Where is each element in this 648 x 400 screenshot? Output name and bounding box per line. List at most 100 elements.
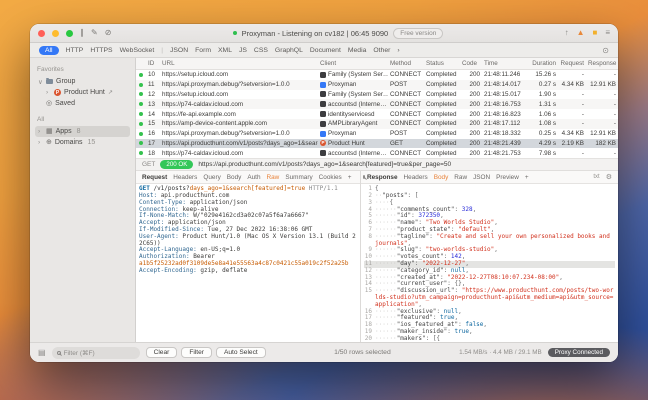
cell-code: 200 xyxy=(460,111,482,118)
expander-icon[interactable]: › xyxy=(38,139,43,146)
request-tab-query[interactable]: Query xyxy=(203,174,220,181)
column-header-client[interactable]: Client xyxy=(318,60,388,67)
sidebar-item-group[interactable]: ∨ Group xyxy=(35,76,130,87)
request-table: 10https://setup.icloud.comFamily (System… xyxy=(136,70,618,158)
gear-icon[interactable]: ⚙ xyxy=(606,174,612,181)
response-tab-raw[interactable]: Raw xyxy=(454,174,467,181)
request-tab-auth[interactable]: Auth xyxy=(247,174,260,181)
filter-tab-websocket[interactable]: WebSocket xyxy=(120,47,155,54)
sidebar-item-saved[interactable]: ◎Saved xyxy=(35,98,130,109)
table-header[interactable]: IDURLClientMethodStatusCodeTimeDurationR… xyxy=(136,58,618,70)
request-tab-cookies[interactable]: Cookies xyxy=(319,174,342,181)
column-header-code[interactable]: Code xyxy=(460,60,482,67)
pause-capture-icon[interactable]: ∥ xyxy=(80,29,84,37)
column-header-time[interactable]: Time xyxy=(482,60,528,67)
client-app-icon: P xyxy=(320,140,326,146)
close-button[interactable] xyxy=(38,30,45,37)
column-header-url[interactable]: URL xyxy=(160,60,318,67)
filter-button[interactable]: Filter xyxy=(181,347,212,358)
sidebar-item-product-hunt[interactable]: ›PProduct Hunt↗ xyxy=(43,87,130,98)
cell-status: Completed xyxy=(424,120,460,127)
column-header-response[interactable]: Response xyxy=(586,60,618,67)
recording-indicator-icon xyxy=(233,31,237,35)
column-header-method[interactable]: Method xyxy=(388,60,424,67)
request-tab-headers[interactable]: Headers xyxy=(173,174,197,181)
sidebar-item-domains[interactable]: ›⊕Domains15 xyxy=(35,137,130,148)
external-link-icon: ↗ xyxy=(108,89,113,96)
ssl-warning-icon[interactable]: ▲ xyxy=(577,29,585,37)
request-pane: Request HeadersQueryBodyAuthRawSummaryCo… xyxy=(136,171,361,342)
response-tab-add[interactable]: + xyxy=(525,174,529,181)
status-badge: 200 OK xyxy=(160,160,193,169)
filter-tab-json[interactable]: JSON xyxy=(170,47,188,54)
cell-method: POST xyxy=(388,130,424,137)
filter-tab-document[interactable]: Document xyxy=(310,47,341,54)
expander-icon[interactable]: ∨ xyxy=(38,78,43,86)
table-row[interactable]: 18https://p74-caldav.icloud.comaccountsd… xyxy=(136,148,618,158)
apps-icon: ▦ xyxy=(46,128,53,135)
cell-time: 21:48:11.246 xyxy=(482,71,528,78)
request-tab-add[interactable]: + xyxy=(348,174,352,181)
filter-tab-xml[interactable]: XML xyxy=(218,47,232,54)
table-row[interactable]: 13https://p74-caldav.icloud.comaccountsd… xyxy=(136,99,618,109)
minimize-button[interactable] xyxy=(52,30,59,37)
request-tab-summary[interactable]: Summary xyxy=(285,174,312,181)
filter-settings-icon[interactable]: ⊙ xyxy=(602,46,609,55)
filter-tab-form[interactable]: Form xyxy=(195,47,211,54)
cell-method: POST xyxy=(388,81,424,88)
sidebar-item-apps[interactable]: ›▦Apps8 xyxy=(35,126,130,137)
filter-tab-other[interactable]: Other xyxy=(373,47,390,54)
column-header-status[interactable]: Status xyxy=(424,60,460,67)
share-icon[interactable]: ↑ xyxy=(565,29,569,37)
request-raw-body[interactable]: GET /v1/posts?days_ago=1&search[featured… xyxy=(136,184,360,342)
request-tab-body[interactable]: Body xyxy=(227,174,242,181)
cell-method: CONNECT xyxy=(388,71,424,78)
filter-tab-all[interactable]: All xyxy=(39,46,59,55)
filter-tab-graphql[interactable]: GraphQL xyxy=(275,47,303,54)
response-tab-body[interactable]: Body xyxy=(434,174,449,181)
filter-tab-http[interactable]: HTTP xyxy=(66,47,84,54)
column-header-request[interactable]: Request xyxy=(558,60,586,67)
response-tab-headers[interactable]: Headers xyxy=(404,174,428,181)
filter-tab-css[interactable]: CSS xyxy=(254,47,268,54)
sidebar-toggle-icon[interactable]: ▤ xyxy=(38,348,46,357)
sidebar-item-label: Group xyxy=(56,78,75,85)
response-tab-json[interactable]: JSON xyxy=(473,174,490,181)
json-line: 15······"discussion_url": "https://www.p… xyxy=(364,288,615,308)
table-row[interactable]: 17https://api.producthunt.com/v1/posts?d… xyxy=(136,139,618,149)
filter-tab-js[interactable]: JS xyxy=(239,47,247,54)
zoom-button[interactable] xyxy=(66,30,73,37)
filter-tab-›[interactable]: › xyxy=(397,47,399,54)
filter-tab-https[interactable]: HTTPS xyxy=(90,47,112,54)
expander-icon[interactable]: › xyxy=(46,89,51,96)
response-pane: Response HeadersBodyRawJSONPreview+txt⚙ … xyxy=(361,171,618,342)
table-row[interactable]: 14https://fe-api.example.comidentityserv… xyxy=(136,109,618,119)
quick-filter-input[interactable]: Filter (⌘F) xyxy=(52,347,140,359)
column-header-id[interactable]: ID xyxy=(146,60,160,67)
cell-method: CONNECT xyxy=(388,111,424,118)
auto-select-button[interactable]: Auto Select xyxy=(216,347,266,358)
filter-tab-media[interactable]: Media xyxy=(348,47,367,54)
cell-duration: 1.06 s xyxy=(528,111,558,118)
cell-client: accountsd (Interne… xyxy=(318,101,388,108)
client-name: Proxyman xyxy=(328,81,356,88)
cell-response-size: - xyxy=(586,111,618,118)
expander-icon[interactable]: › xyxy=(38,128,43,135)
table-row[interactable]: 12https://setup.icloud.comFamily (System… xyxy=(136,90,618,100)
table-row[interactable]: 15https://amp-device-content.apple.comAM… xyxy=(136,119,618,129)
table-row[interactable]: 10https://setup.icloud.comFamily (System… xyxy=(136,70,618,80)
column-header-duration[interactable]: Duration xyxy=(528,60,558,67)
layout-toggle-icon[interactable]: ≡ xyxy=(605,29,610,37)
cell-request-size: - xyxy=(558,101,586,108)
table-row[interactable]: 11https://api.proxyman.debug/?setversion… xyxy=(136,80,618,90)
proxy-status-badge[interactable]: Proxy Connected xyxy=(548,348,610,357)
response-tab-preview[interactable]: Preview xyxy=(496,174,519,181)
clear-session-icon[interactable]: ⊘ xyxy=(105,29,112,37)
table-row[interactable]: 16https://api.proxyman.debug/?setversion… xyxy=(136,129,618,139)
folder-icon[interactable]: ■ xyxy=(592,29,597,37)
response-json-body[interactable]: 1{2··"posts": [3····{4······"comments_co… xyxy=(361,184,618,342)
clear-button[interactable]: Clear xyxy=(146,347,178,358)
cell-id: 16 xyxy=(146,130,160,137)
compose-icon[interactable]: ✎ xyxy=(91,29,98,37)
request-tab-raw[interactable]: Raw xyxy=(267,174,280,181)
